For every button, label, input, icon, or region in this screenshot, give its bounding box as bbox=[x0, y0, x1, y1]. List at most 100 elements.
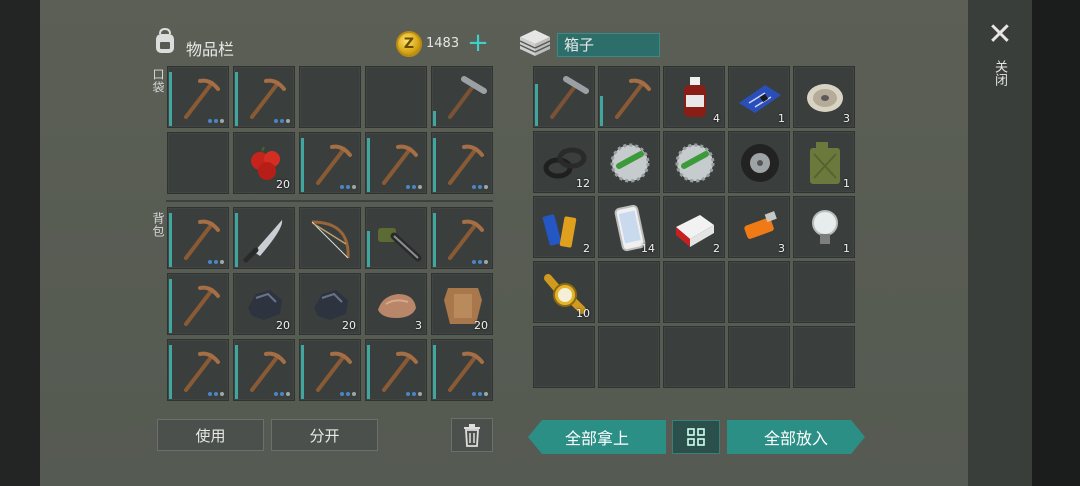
quality-dots bbox=[472, 392, 488, 396]
put-all-button[interactable]: 全部放入 bbox=[727, 420, 865, 454]
box-slot[interactable]: 12 bbox=[533, 131, 595, 193]
quality-dots bbox=[208, 392, 224, 396]
item-count: 14 bbox=[641, 242, 655, 255]
quality-dots bbox=[340, 392, 356, 396]
sort-button[interactable] bbox=[672, 420, 720, 454]
item-count: 3 bbox=[415, 319, 422, 332]
backpack-slot[interactable] bbox=[167, 273, 229, 335]
item-count: 1 bbox=[778, 112, 785, 125]
box-slot[interactable] bbox=[728, 326, 790, 388]
backpack-slot[interactable] bbox=[365, 339, 427, 401]
pocket-slot[interactable] bbox=[365, 132, 427, 194]
box-slot[interactable] bbox=[598, 66, 660, 128]
backpack-slot[interactable]: 20 bbox=[233, 273, 295, 335]
durability-bar bbox=[235, 72, 238, 126]
backpack-slot[interactable] bbox=[299, 339, 361, 401]
box-slot[interactable] bbox=[663, 131, 725, 193]
box-slot[interactable] bbox=[728, 131, 790, 193]
backpack-slot[interactable]: 3 bbox=[365, 273, 427, 335]
backpack-slot[interactable] bbox=[431, 339, 493, 401]
use-button[interactable]: 使用 bbox=[157, 419, 264, 451]
backpack-slot[interactable] bbox=[299, 207, 361, 269]
box-slot[interactable]: 1 bbox=[728, 66, 790, 128]
box-slot[interactable] bbox=[663, 326, 725, 388]
durability-bar bbox=[169, 213, 172, 267]
pocket-slot[interactable] bbox=[299, 66, 361, 128]
backpack-slot[interactable] bbox=[365, 207, 427, 269]
box-slot[interactable]: 2 bbox=[533, 196, 595, 258]
backpack-slot[interactable] bbox=[233, 339, 295, 401]
box-slot[interactable] bbox=[533, 326, 595, 388]
pocket-label: 口袋 bbox=[151, 68, 165, 94]
durability-bar bbox=[535, 84, 538, 126]
pocket-slot[interactable] bbox=[431, 66, 493, 128]
pocket-slot[interactable] bbox=[431, 132, 493, 194]
close-icon[interactable]: ✕ bbox=[985, 20, 1015, 50]
quality-dots bbox=[406, 185, 422, 189]
grid-icon bbox=[687, 428, 705, 446]
backpack-slot[interactable]: 20 bbox=[299, 273, 361, 335]
box-slot[interactable]: 14 bbox=[598, 196, 660, 258]
box-slot[interactable] bbox=[663, 261, 725, 323]
durability-bar bbox=[169, 72, 172, 126]
item-count: 20 bbox=[342, 319, 356, 332]
add-currency-button[interactable]: + bbox=[462, 30, 494, 57]
durability-bar bbox=[367, 345, 370, 399]
box-slot[interactable]: 1 bbox=[793, 131, 855, 193]
item-count: 2 bbox=[583, 242, 590, 255]
durability-bar bbox=[433, 111, 436, 126]
crate-icon bbox=[518, 28, 552, 62]
pocket-slot[interactable]: 20 bbox=[233, 132, 295, 194]
split-button[interactable]: 分开 bbox=[271, 419, 378, 451]
box-slot[interactable]: 1 bbox=[793, 196, 855, 258]
item-count: 12 bbox=[576, 177, 590, 190]
durability-bar bbox=[433, 138, 436, 192]
durability-bar bbox=[600, 96, 603, 126]
item-count: 4 bbox=[713, 112, 720, 125]
box-slot[interactable]: 3 bbox=[793, 66, 855, 128]
box-slot[interactable] bbox=[533, 66, 595, 128]
box-slot[interactable] bbox=[793, 326, 855, 388]
quality-dots bbox=[406, 392, 422, 396]
right-letterbox bbox=[1032, 0, 1080, 486]
box-slot[interactable] bbox=[598, 131, 660, 193]
durability-bar bbox=[235, 345, 238, 399]
backpack-icon bbox=[150, 26, 180, 60]
take-all-button[interactable]: 全部拿上 bbox=[528, 420, 666, 454]
pocket-slot[interactable] bbox=[365, 66, 427, 128]
box-name-field[interactable]: 箱子 bbox=[557, 33, 660, 57]
box-slot[interactable] bbox=[598, 326, 660, 388]
coin-icon: Z bbox=[396, 31, 422, 57]
quality-dots bbox=[340, 185, 356, 189]
pocket-slot[interactable] bbox=[233, 66, 295, 128]
item-count: 1 bbox=[843, 177, 850, 190]
item-count: 20 bbox=[276, 319, 290, 332]
pocket-slot[interactable] bbox=[299, 132, 361, 194]
box-slot[interactable]: 3 bbox=[728, 196, 790, 258]
durability-bar bbox=[301, 138, 304, 192]
durability-bar bbox=[367, 231, 370, 267]
trash-icon bbox=[464, 424, 480, 447]
box-slot[interactable] bbox=[728, 261, 790, 323]
inventory-title: 物品栏 bbox=[186, 40, 235, 59]
quality-dots bbox=[274, 392, 290, 396]
pocket-slot[interactable] bbox=[167, 66, 229, 128]
durability-bar bbox=[301, 345, 304, 399]
box-slot[interactable] bbox=[598, 261, 660, 323]
box-slot[interactable]: 10 bbox=[533, 261, 595, 323]
section-divider bbox=[166, 200, 493, 202]
durability-bar bbox=[433, 213, 436, 267]
backpack-slot[interactable] bbox=[167, 339, 229, 401]
item-count: 2 bbox=[713, 242, 720, 255]
backpack-slot[interactable] bbox=[233, 207, 295, 269]
box-slot[interactable] bbox=[793, 261, 855, 323]
backpack-slot[interactable] bbox=[431, 207, 493, 269]
pocket-slot[interactable] bbox=[167, 132, 229, 194]
backpack-slot[interactable]: 20 bbox=[431, 273, 493, 335]
backpack-slot[interactable] bbox=[167, 207, 229, 269]
trash-button[interactable] bbox=[451, 418, 493, 452]
item-count: 3 bbox=[778, 242, 785, 255]
box-slot[interactable]: 2 bbox=[663, 196, 725, 258]
box-slot[interactable]: 4 bbox=[663, 66, 725, 128]
close-button-label[interactable]: 关闭 bbox=[990, 60, 1009, 86]
